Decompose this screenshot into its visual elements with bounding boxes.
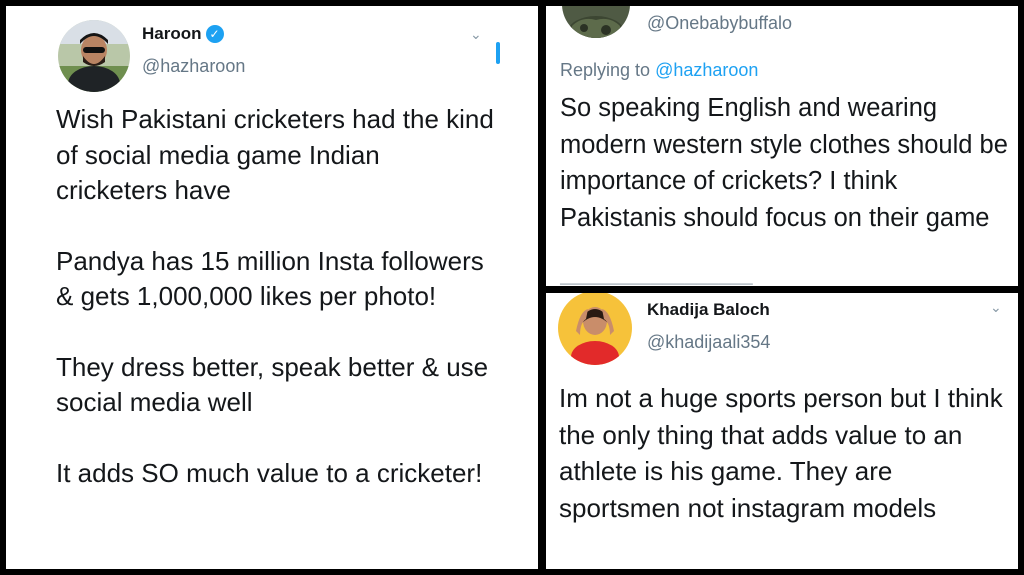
tweet-paragraph: It adds SO much value to a cricketer!: [56, 457, 483, 488]
tweet-khadija: Khadija Baloch @khadijaali354 ⌄ Im not a…: [546, 293, 1018, 569]
tweet-haroon: Haroon ✓ @hazharoon ⌄ Wish Pakistani cric…: [6, 6, 538, 569]
tweet-paragraph: Wish Pakistani cricketers had the kind o…: [56, 104, 494, 205]
cut-off-footer: ─────────────────: [560, 276, 753, 286]
display-name[interactable]: Haroon ✓: [142, 24, 224, 44]
avatar-khadija[interactable]: [558, 293, 632, 365]
avatar-onebabybuffalo[interactable]: [562, 6, 630, 38]
user-handle[interactable]: @hazharoon: [142, 56, 245, 77]
avatar-onebabybuffalo-image: [562, 6, 630, 38]
scrollbar-thumb[interactable]: [496, 42, 500, 64]
chevron-down-icon[interactable]: ⌄: [990, 299, 1002, 316]
tweet-body: Im not a huge sports person but I think …: [559, 383, 1003, 523]
replying-to-link[interactable]: @hazharoon: [655, 60, 758, 80]
tweet-body: So speaking English and wearing modern w…: [560, 94, 1008, 232]
verified-badge-icon: ✓: [205, 25, 224, 43]
tweet-body: Wish Pakistani cricketers had the kind o…: [56, 102, 496, 491]
display-name[interactable]: Khadija Baloch: [647, 300, 770, 320]
avatar-haroon[interactable]: [58, 20, 130, 92]
tweet-paragraph: They dress better, speak better & use so…: [56, 351, 489, 418]
display-name-text[interactable]: Haroon: [142, 24, 202, 43]
user-handle[interactable]: @Onebabybuffalo: [647, 13, 792, 34]
avatar-haroon-image: [58, 20, 130, 92]
replying-to: Replying to @hazharoon: [560, 60, 758, 81]
avatar-khadija-image: [558, 293, 632, 365]
tweet-paragraph: Pandya has 15 million Insta followers & …: [56, 245, 484, 312]
user-handle[interactable]: @khadijaali354: [647, 332, 770, 353]
tweet-onebabybuffalo: @Onebabybuffalo Replying to @hazharoon S…: [546, 6, 1018, 286]
replying-to-label: Replying to: [560, 60, 656, 80]
chevron-down-icon[interactable]: ⌄: [470, 26, 482, 43]
